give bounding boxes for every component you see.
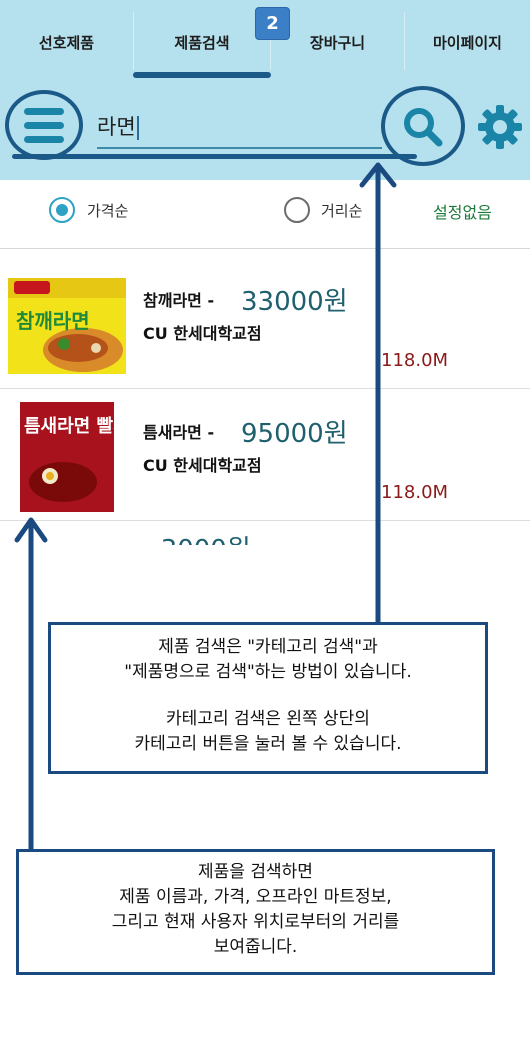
annotation-arrows [14,162,397,852]
